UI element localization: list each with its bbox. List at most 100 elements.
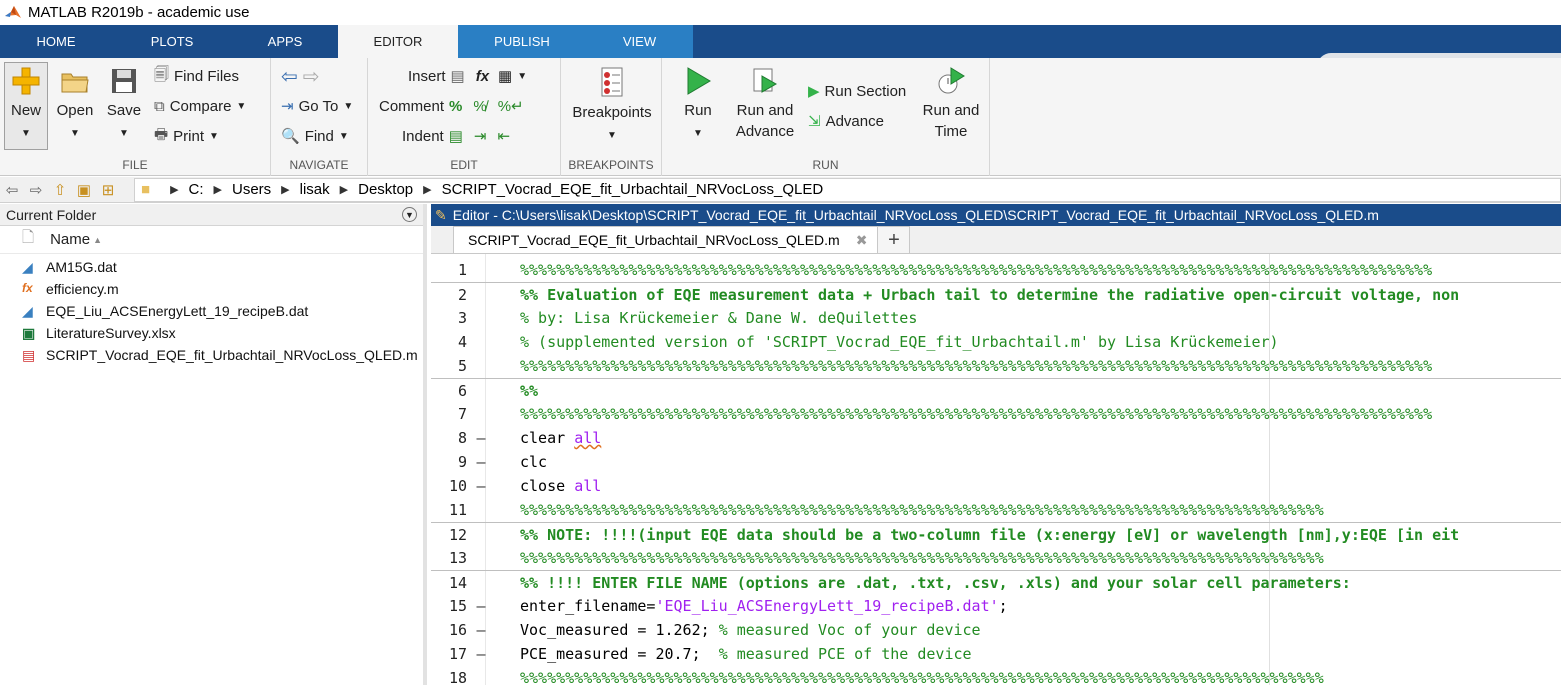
breakpoint-marker[interactable]: – <box>467 645 495 663</box>
back-arrow-icon[interactable]: ⇦ <box>0 181 24 199</box>
wrap-comments-icon[interactable]: %↵ <box>498 97 524 115</box>
list-item[interactable]: ▣ LiteratureSurvey.xlsx <box>0 322 423 344</box>
breakpoint-marker[interactable]: – <box>467 453 495 471</box>
tab-editor[interactable]: EDITOR <box>338 25 458 58</box>
editor-file-tab[interactable]: SCRIPT_Vocrad_EQE_fit_Urbachtail_NRVocLo… <box>453 226 879 253</box>
code-line[interactable]: 11%%%%%%%%%%%%%%%%%%%%%%%%%%%%%%%%%%%%%%… <box>431 498 1561 522</box>
new-button[interactable]: New ▼ <box>4 66 48 144</box>
chevron-down-icon[interactable]: ▼ <box>517 71 527 82</box>
function-insert-icon[interactable]: ▦ <box>498 67 512 85</box>
folder-tree-icon[interactable]: ⊞ <box>96 181 120 199</box>
code-line[interactable]: 14 %% !!!! ENTER FILE NAME (options are .… <box>431 570 1561 594</box>
code-line[interactable]: 9– clc <box>431 450 1561 474</box>
line-number[interactable]: 4 <box>431 333 467 351</box>
name-column-header[interactable]: 🗋 Name ▲ <box>0 226 423 254</box>
line-number[interactable]: 12 <box>431 526 467 544</box>
back-forward-buttons[interactable]: ⇦ ⇨ <box>281 64 320 88</box>
find-files-button[interactable]: 🗐 Find Files <box>154 64 239 88</box>
save-button[interactable]: Save ▼ <box>102 66 146 144</box>
line-number[interactable]: 8 <box>431 429 467 447</box>
arrow-right-icon[interactable]: ⇨ <box>303 64 320 89</box>
breadcrumb-desktop[interactable]: Desktop <box>358 181 413 198</box>
smart-indent-icon[interactable]: ▤ <box>449 127 463 145</box>
code-line[interactable]: 6%% <box>431 378 1561 402</box>
advance-button[interactable]: ⇲ Advance <box>808 109 884 133</box>
tab-apps[interactable]: APPS <box>232 25 338 58</box>
list-item[interactable]: ◢ AM15G.dat <box>0 256 423 278</box>
code-line[interactable]: 17– PCE_measured = 20.7; % measured PCE o… <box>431 642 1561 666</box>
tab-home[interactable]: HOME <box>0 25 112 58</box>
line-number[interactable]: 17 <box>431 645 467 663</box>
code-line[interactable]: 13%%%%%%%%%%%%%%%%%%%%%%%%%%%%%%%%%%%%%%… <box>431 546 1561 570</box>
line-number[interactable]: 1 <box>431 261 467 279</box>
code-line[interactable]: 1%%%%%%%%%%%%%%%%%%%%%%%%%%%%%%%%%%%%%%%… <box>431 258 1561 282</box>
run-section-button[interactable]: ▶ Run Section <box>808 79 906 103</box>
tab-view[interactable]: VIEW <box>586 25 693 58</box>
open-button[interactable]: Open ▼ <box>52 66 98 144</box>
code-line[interactable]: 2 %% Evaluation of EQE measurement data +… <box>431 282 1561 306</box>
code-line[interactable]: 4 % (supplemented version of 'SCRIPT_Vocr… <box>431 330 1561 354</box>
print-button[interactable]: 🖶 Print ▼ <box>154 124 219 148</box>
breadcrumb-user[interactable]: lisak <box>300 181 330 198</box>
tab-publish[interactable]: PUBLISH <box>458 25 586 58</box>
new-tab-button[interactable]: + <box>878 226 911 253</box>
run-and-time-button[interactable]: Run and Time <box>918 66 984 142</box>
breadcrumb-users[interactable]: Users <box>232 181 271 198</box>
decrease-indent-icon[interactable]: ⇤ <box>497 127 510 145</box>
chevron-right-icon[interactable]: ▶ <box>423 183 431 196</box>
list-item[interactable]: ▤ SCRIPT_Vocrad_EQE_fit_Urbachtail_NRVoc… <box>0 344 423 366</box>
breakpoint-marker[interactable]: – <box>467 597 495 615</box>
insert-button[interactable]: Insert ▤ fx ▦ ▼ <box>408 64 527 88</box>
breadcrumb-folder[interactable]: SCRIPT_Vocrad_EQE_fit_Urbachtail_NRVocLo… <box>442 181 824 198</box>
code-line[interactable]: 12 %% NOTE: !!!!(input EQE data should be… <box>431 522 1561 546</box>
line-number[interactable]: 11 <box>431 501 467 519</box>
list-item[interactable]: fx efficiency.m <box>0 278 423 300</box>
line-number[interactable]: 15 <box>431 597 467 615</box>
line-number[interactable]: 6 <box>431 382 467 400</box>
breadcrumb-drive[interactable]: C: <box>189 181 204 198</box>
code-line[interactable]: 3 % by: Lisa Krückemeier & Dane W. deQuil… <box>431 306 1561 330</box>
line-number[interactable]: 3 <box>431 309 467 327</box>
close-icon[interactable]: ✖ <box>856 232 868 249</box>
line-number[interactable]: 18 <box>431 669 467 685</box>
line-number[interactable]: 16 <box>431 621 467 639</box>
line-number[interactable]: 10 <box>431 477 467 495</box>
code-line[interactable]: 8– clear all <box>431 426 1561 450</box>
indent-button[interactable]: Indent ▤ ⇥ ⇤ <box>402 124 510 148</box>
path-box[interactable]: ■ ▶ C: ▶ Users ▶ lisak ▶ Desktop ▶ SCRIP… <box>134 177 1561 202</box>
run-button[interactable]: Run ▼ <box>676 66 720 144</box>
breakpoint-marker[interactable]: – <box>467 429 495 447</box>
find-button[interactable]: 🔍 Find ▼ <box>281 124 349 148</box>
breakpoints-button[interactable]: Breakpoints ▼ <box>569 66 655 146</box>
browse-folder-icon[interactable]: ▣ <box>72 181 96 199</box>
uncomment-icon[interactable]: %̸ <box>473 98 486 115</box>
code-line[interactable]: 10– close all <box>431 474 1561 498</box>
run-and-advance-button[interactable]: Run and Advance <box>732 66 798 142</box>
goto-button[interactable]: ⇥ Go To ▼ <box>281 94 353 118</box>
breakpoint-marker[interactable]: – <box>467 621 495 639</box>
comment-percent-icon[interactable]: % <box>449 98 462 115</box>
arrow-left-icon[interactable]: ⇦ <box>281 64 298 89</box>
tab-plots[interactable]: PLOTS <box>112 25 232 58</box>
line-number[interactable]: 14 <box>431 574 467 592</box>
code-line[interactable]: 16– Voc_measured = 1.262; % measured Voc … <box>431 618 1561 642</box>
chevron-right-icon[interactable]: ▶ <box>214 183 222 196</box>
fx-icon[interactable]: fx <box>476 68 489 85</box>
line-number[interactable]: 9 <box>431 453 467 471</box>
code-line[interactable]: 18%%%%%%%%%%%%%%%%%%%%%%%%%%%%%%%%%%%%%%… <box>431 666 1561 685</box>
code-line[interactable]: 15– enter_filename='EQE_Liu_ACSEnergyLett… <box>431 594 1561 618</box>
panel-actions-icon[interactable]: ▼ <box>402 207 417 222</box>
chevron-right-icon[interactable]: ▶ <box>170 183 178 196</box>
compare-button[interactable]: ⧉ Compare ▼ <box>154 94 246 118</box>
code-line[interactable]: 7%%%%%%%%%%%%%%%%%%%%%%%%%%%%%%%%%%%%%%%… <box>431 402 1561 426</box>
line-number[interactable]: 2 <box>431 286 467 304</box>
breakpoint-marker[interactable]: – <box>467 477 495 495</box>
comment-button[interactable]: Comment % %̸ %↵ <box>379 94 524 118</box>
line-number[interactable]: 13 <box>431 549 467 567</box>
code-line[interactable]: 5%%%%%%%%%%%%%%%%%%%%%%%%%%%%%%%%%%%%%%%… <box>431 354 1561 378</box>
increase-indent-icon[interactable]: ⇥ <box>474 127 487 145</box>
chevron-right-icon[interactable]: ▶ <box>281 183 289 196</box>
code-area[interactable]: 1%%%%%%%%%%%%%%%%%%%%%%%%%%%%%%%%%%%%%%%… <box>431 254 1561 685</box>
up-folder-icon[interactable]: ⇧ <box>48 181 72 199</box>
line-number[interactable]: 7 <box>431 405 467 423</box>
